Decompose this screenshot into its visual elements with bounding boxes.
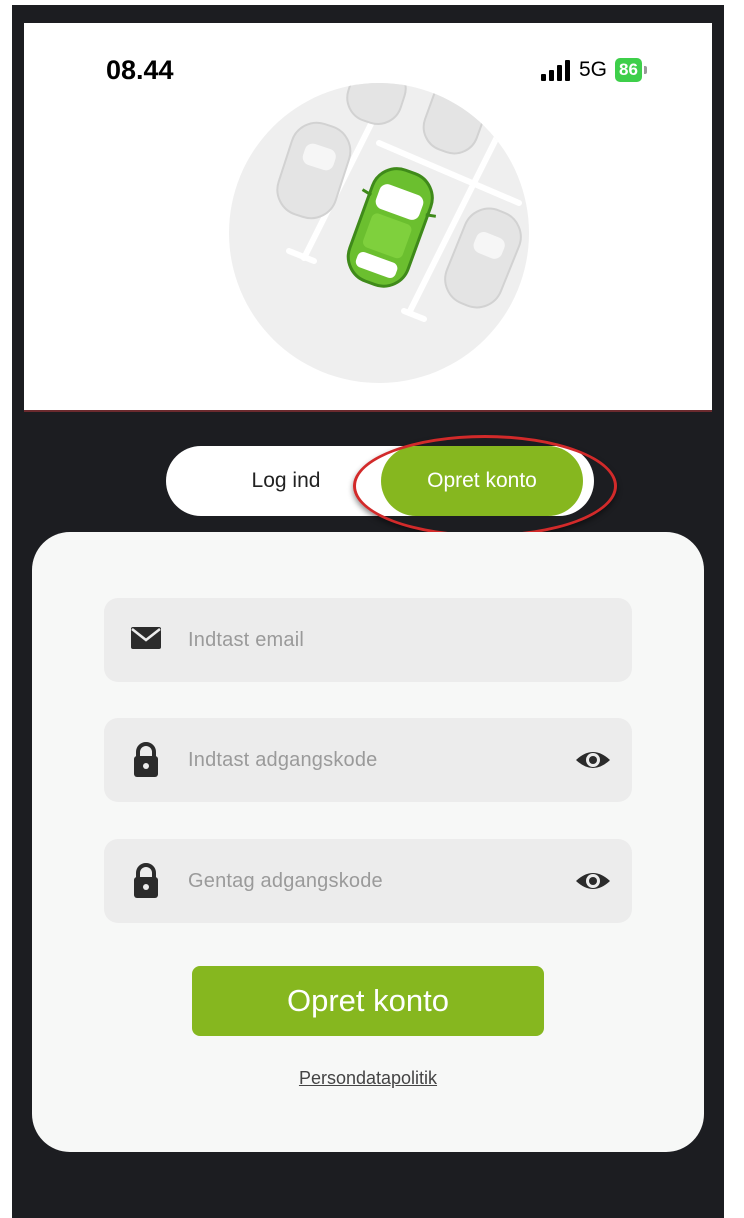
email-placeholder: Indtast email [188, 629, 304, 651]
app-screen: 08.44 5G 86 Log ind Opret konto Indtast … [12, 5, 724, 1218]
network-type: 5G [579, 58, 608, 81]
signup-form-card: Indtast email Indtast adgangskode Gentag… [32, 532, 704, 1152]
create-account-button[interactable]: Opret konto [192, 966, 544, 1036]
lock-icon [134, 742, 158, 777]
hero-section: 08.44 5G 86 [24, 23, 712, 412]
eye-icon[interactable] [574, 863, 612, 899]
tab-signup[interactable]: Opret konto [381, 446, 583, 516]
lock-icon [134, 863, 158, 898]
repeat-password-field[interactable]: Gentag adgangskode [104, 839, 632, 923]
eye-icon[interactable] [574, 742, 612, 778]
status-time: 08.44 [106, 55, 174, 85]
auth-toggle: Log ind Opret konto [166, 446, 594, 516]
password-field[interactable]: Indtast adgangskode [104, 718, 632, 802]
parking-car-illustration [229, 83, 529, 383]
signal-icon [541, 59, 570, 81]
envelope-icon [131, 627, 161, 649]
battery-icon: 86 [615, 58, 642, 82]
status-indicators: 5G 86 [541, 57, 647, 83]
repeat-password-placeholder: Gentag adgangskode [188, 870, 383, 892]
privacy-policy-link[interactable]: Persondatapolitik [32, 1068, 704, 1089]
tab-login[interactable]: Log ind [196, 446, 376, 516]
password-placeholder: Indtast adgangskode [188, 749, 378, 771]
email-field[interactable]: Indtast email [104, 598, 632, 682]
battery-cap [643, 66, 647, 74]
